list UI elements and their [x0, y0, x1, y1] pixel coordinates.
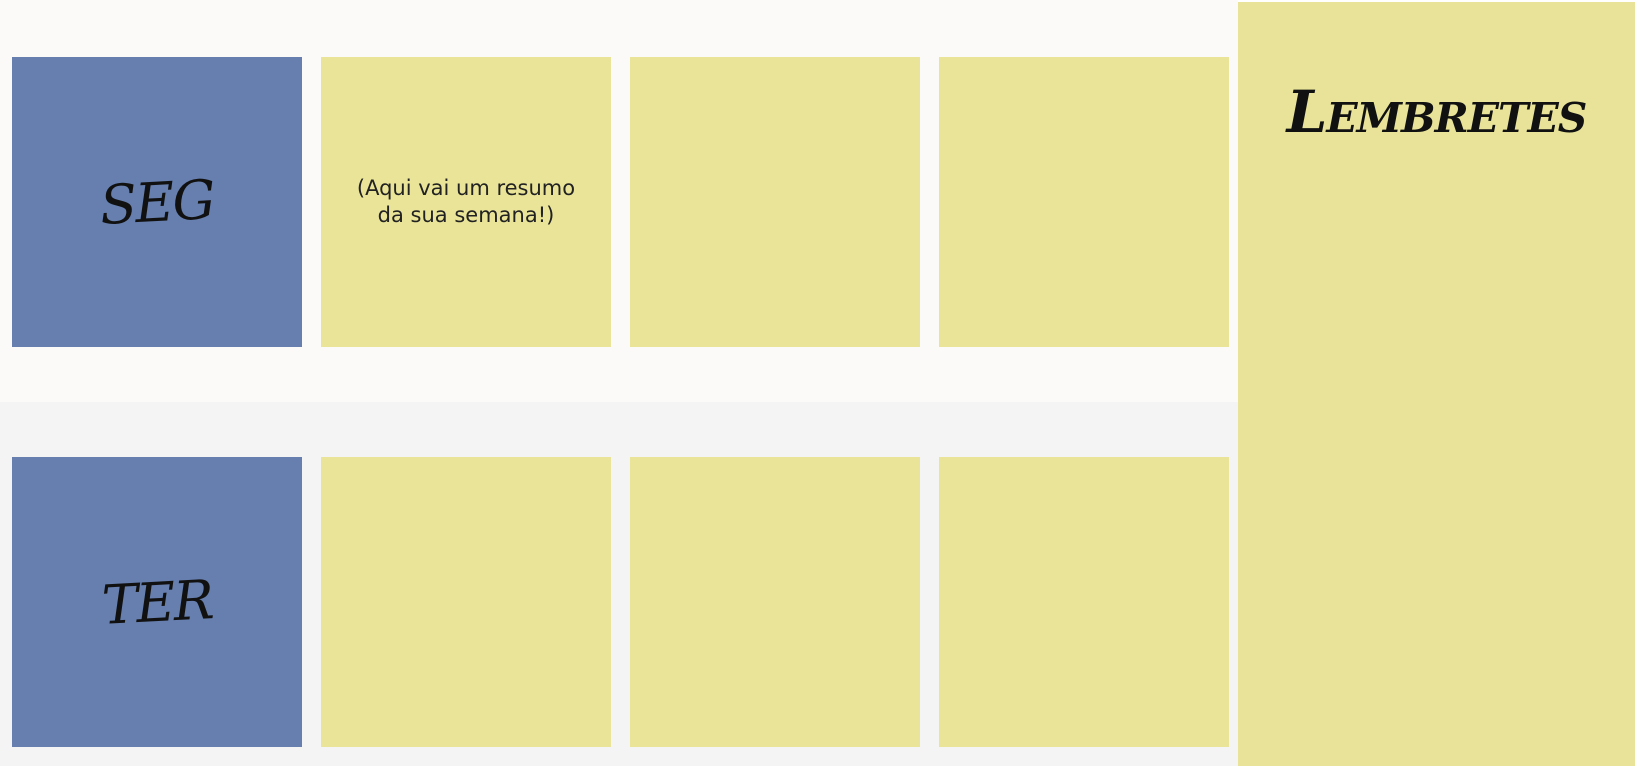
summary-note-card[interactable]: (Aqui vai um resumo da sua semana!)	[321, 57, 611, 347]
note-card[interactable]	[939, 57, 1229, 347]
reminders-panel[interactable]: Lembretes	[1238, 2, 1635, 766]
note-card[interactable]	[630, 457, 920, 747]
note-card[interactable]	[939, 457, 1229, 747]
day-card-ter[interactable]: TER	[12, 457, 302, 747]
weekly-planner-board: SEG (Aqui vai um resumo da sua semana!) …	[0, 0, 1638, 766]
week-row-monday: SEG (Aqui vai um resumo da sua semana!)	[0, 0, 1238, 402]
week-row-tuesday: TER	[0, 402, 1238, 766]
reminders-title: Lembretes	[1286, 78, 1588, 146]
day-label: TER	[100, 567, 214, 637]
day-label: SEG	[98, 167, 216, 237]
day-card-seg[interactable]: SEG	[12, 57, 302, 347]
week-summary-text: (Aqui vai um resumo da sua semana!)	[356, 176, 576, 227]
note-card[interactable]	[321, 457, 611, 747]
note-card[interactable]	[630, 57, 920, 347]
